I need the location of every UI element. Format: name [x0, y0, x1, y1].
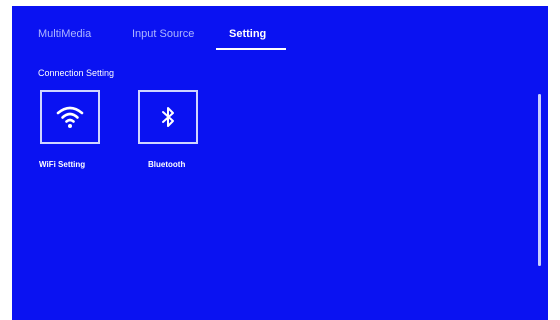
bluetooth-tile[interactable]: [138, 90, 198, 144]
bluetooth-icon: [162, 107, 174, 127]
bluetooth-label: Bluetooth: [148, 160, 186, 169]
wifi-setting-label: WiFi Setting: [39, 160, 86, 169]
scrollbar[interactable]: [538, 94, 541, 266]
settings-screen: MultiMedia Input Source Setting Connecti…: [12, 6, 548, 320]
active-tab-underline: [216, 48, 286, 50]
tab-setting[interactable]: Setting: [229, 28, 266, 40]
wifi-setting-tile[interactable]: [40, 90, 100, 144]
scrollbar-thumb[interactable]: [538, 94, 541, 266]
section-title: Connection Setting: [38, 68, 115, 78]
wifi-icon: [56, 106, 84, 128]
tab-input-source[interactable]: Input Source: [132, 28, 194, 40]
tab-multimedia[interactable]: MultiMedia: [38, 28, 91, 40]
